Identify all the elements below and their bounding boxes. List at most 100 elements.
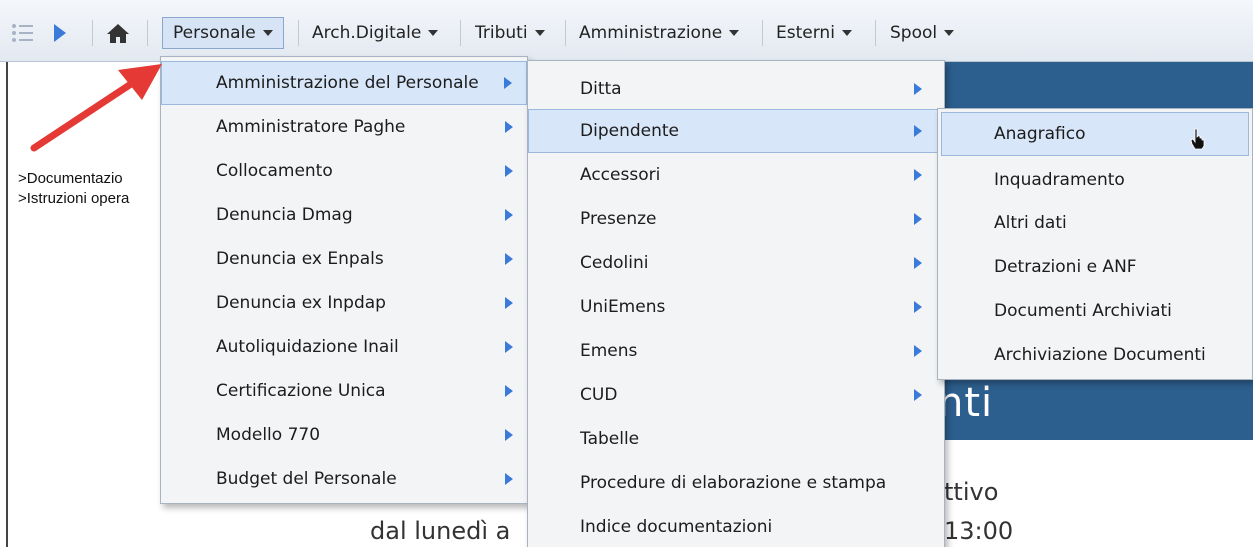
menu-item-denuncia-ex-inpdap[interactable]: Denuncia ex Inpdap: [161, 281, 527, 325]
toolbar-divider: [92, 20, 93, 46]
menu-item-cedolini[interactable]: Cedolini: [528, 241, 944, 285]
menu-arch-digitale[interactable]: Arch.Digitale: [302, 17, 448, 49]
menu-item-accessori[interactable]: Accessori: [528, 153, 944, 197]
dropdown-personale: Amministrazione del Personale Amministra…: [160, 56, 528, 504]
menu-item-inquadramento[interactable]: Inquadramento: [938, 158, 1252, 202]
menu-item-label: Ditta: [580, 79, 622, 99]
menu-item-label: Indice documentazioni: [580, 517, 773, 537]
menu-esterni[interactable]: Esterni: [766, 17, 862, 49]
submenu-arrow-icon: [914, 345, 922, 357]
submenu-arrow-icon: [914, 301, 922, 313]
menu-amministrazione-label: Amministrazione: [579, 23, 723, 43]
menu-item-detrazioni-anf[interactable]: Detrazioni e ANF: [938, 245, 1252, 289]
menu-spool[interactable]: Spool: [880, 17, 964, 49]
menu-item-collocamento[interactable]: Collocamento: [161, 149, 527, 193]
menu-item-autoliquidazione-inail[interactable]: Autoliquidazione Inail: [161, 325, 527, 369]
chevron-down-icon: [262, 30, 273, 36]
menu-item-tabelle[interactable]: Tabelle: [528, 417, 944, 461]
menu-item-procedure-elaborazione-stampa[interactable]: Procedure di elaborazione e stampa: [528, 461, 944, 505]
toolbar-divider: [875, 20, 876, 46]
menu-item-label: Budget del Personale: [216, 469, 397, 489]
annotation-arrow-icon: [30, 64, 162, 152]
menu-item-label: Procedure di elaborazione e stampa: [580, 473, 887, 493]
menu-item-label: Accessori: [580, 165, 661, 185]
submenu-arrow-icon: [504, 77, 512, 89]
menu-item-label: Emens: [580, 341, 638, 361]
menu-item-altri-dati[interactable]: Altri dati: [938, 201, 1252, 245]
menu-item-label: Anagrafico: [994, 124, 1086, 144]
submenu-arrow-icon: [505, 385, 513, 397]
submenu-arrow-icon: [505, 253, 513, 265]
body-text-left: dal lunedì a: [370, 517, 511, 545]
chevron-down-icon: [841, 30, 852, 36]
menu-item-modello-770[interactable]: Modello 770: [161, 413, 527, 457]
menu-item-label: Amministrazione del Personale: [216, 73, 479, 93]
menu-item-amministratore-paghe[interactable]: Amministratore Paghe: [161, 105, 527, 149]
menu-item-label: Inquadramento: [994, 170, 1125, 190]
side-link-istruzioni[interactable]: >Istruzioni opera: [18, 190, 129, 207]
toolbar-divider: [298, 20, 299, 46]
submenu-arrow-icon: [914, 83, 922, 95]
menu-tributi-label: Tributi: [475, 23, 528, 43]
chevron-down-icon: [944, 30, 955, 36]
menu-item-label: Documenti Archiviati: [994, 301, 1172, 321]
submenu-arrow-icon: [914, 213, 922, 225]
toolbar-divider: [460, 20, 461, 46]
chevron-down-icon: [534, 30, 545, 36]
side-link-documentazione[interactable]: >Documentazio: [18, 170, 123, 187]
main-toolbar: Personale Arch.Digitale Tributi Amminist…: [0, 0, 1253, 62]
menu-item-documenti-archiviati[interactable]: Documenti Archiviati: [938, 289, 1252, 333]
body-text-fragment: ttivo: [944, 478, 999, 506]
menu-item-denuncia-ex-enpals[interactable]: Denuncia ex Enpals: [161, 237, 527, 281]
menu-item-label: Denuncia ex Enpals: [216, 249, 384, 269]
dropdown-amministrazione-del-personale: Ditta Dipendente Accessori Presenze Cedo…: [527, 60, 945, 547]
menu-item-label: Denuncia Dmag: [216, 205, 353, 225]
home-icon[interactable]: [104, 20, 132, 46]
menu-item-archiviazione-documenti[interactable]: Archiviazione Documenti: [938, 333, 1252, 377]
submenu-arrow-icon: [505, 297, 513, 309]
submenu-arrow-icon: [505, 165, 513, 177]
menu-item-ditta[interactable]: Ditta: [528, 67, 944, 111]
menu-item-label: Denuncia ex Inpdap: [216, 293, 386, 313]
menu-item-certificazione-unica[interactable]: Certificazione Unica: [161, 369, 527, 413]
menu-item-dipendente[interactable]: Dipendente: [528, 109, 944, 153]
toolbar-divider: [147, 20, 148, 46]
play-icon[interactable]: [50, 20, 70, 46]
toolbar-divider: [565, 20, 566, 46]
menu-tributi[interactable]: Tributi: [465, 17, 555, 49]
menu-item-label: Amministratore Paghe: [216, 117, 406, 137]
menu-esterni-label: Esterni: [776, 23, 835, 43]
menu-item-label: Archiviazione Documenti: [994, 345, 1206, 365]
menu-item-label: UniEmens: [580, 297, 666, 317]
submenu-arrow-icon: [505, 121, 513, 133]
toolbar-divider: [762, 20, 763, 46]
chevron-down-icon: [729, 30, 740, 36]
menu-personale[interactable]: Personale: [162, 17, 284, 49]
chevron-down-icon: [428, 30, 439, 36]
menu-item-label: Cedolini: [580, 253, 649, 273]
menu-item-presenze[interactable]: Presenze: [528, 197, 944, 241]
menu-item-denuncia-dmag[interactable]: Denuncia Dmag: [161, 193, 527, 237]
menu-item-amministrazione-del-personale[interactable]: Amministrazione del Personale: [161, 61, 527, 105]
menu-item-label: Altri dati: [994, 213, 1067, 233]
submenu-arrow-icon: [914, 125, 922, 137]
hand-cursor-icon: [1190, 128, 1205, 150]
list-icon[interactable]: [10, 20, 36, 46]
menu-amministrazione[interactable]: Amministrazione: [569, 17, 749, 49]
menu-item-indice-documentazioni[interactable]: Indice documentazioni: [528, 505, 944, 547]
menu-personale-label: Personale: [173, 23, 256, 43]
menu-item-label: Certificazione Unica: [216, 381, 386, 401]
submenu-arrow-icon: [505, 209, 513, 221]
menu-item-label: Dipendente: [580, 121, 679, 141]
menu-item-cud[interactable]: CUD: [528, 373, 944, 417]
menu-arch-digitale-label: Arch.Digitale: [312, 23, 422, 43]
submenu-arrow-icon: [505, 473, 513, 485]
menu-item-label: Collocamento: [216, 161, 333, 181]
menu-item-uniemens[interactable]: UniEmens: [528, 285, 944, 329]
menu-item-label: Detrazioni e ANF: [994, 257, 1137, 277]
menu-item-label: Autoliquidazione Inail: [216, 337, 399, 357]
submenu-arrow-icon: [914, 169, 922, 181]
menu-item-label: CUD: [580, 385, 618, 405]
menu-item-budget-del-personale[interactable]: Budget del Personale: [161, 457, 527, 501]
menu-item-emens[interactable]: Emens: [528, 329, 944, 373]
